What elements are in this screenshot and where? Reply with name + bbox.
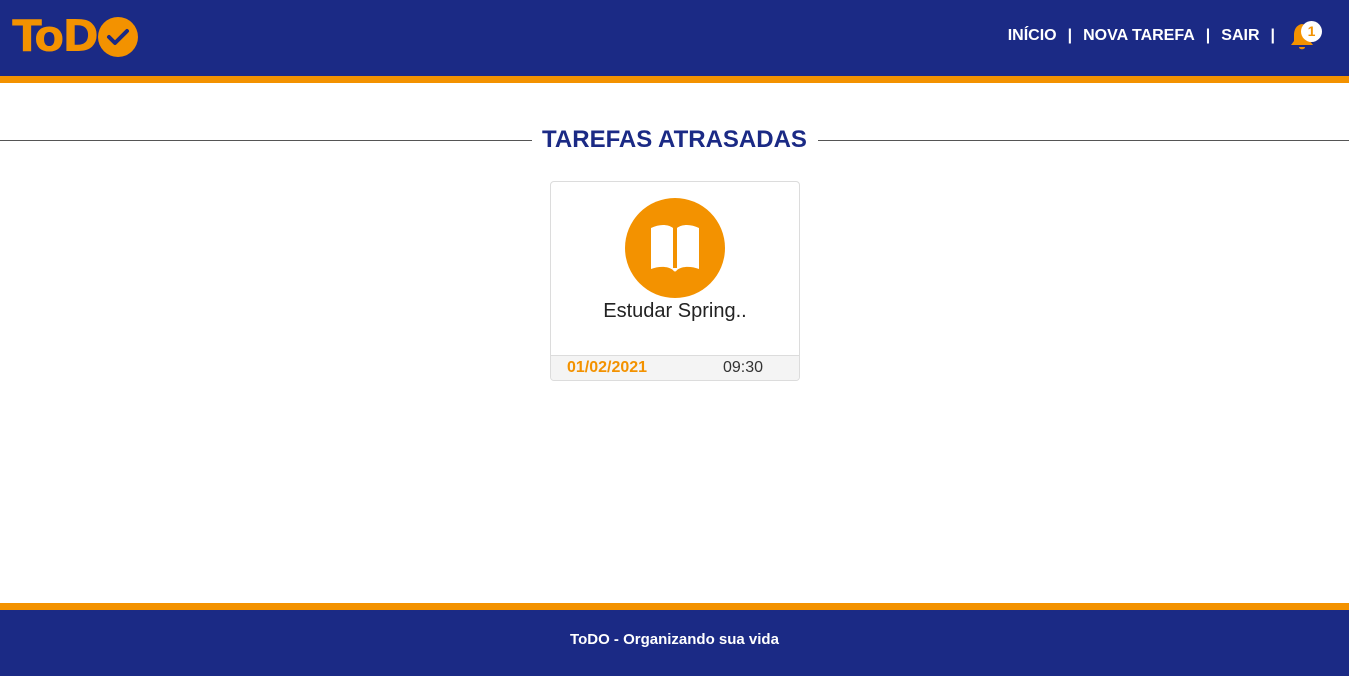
nav-new-task-link[interactable]: NOVA TAREFA <box>1083 27 1195 45</box>
task-time: 09:30 <box>723 359 764 376</box>
main-nav: INÍCIO | NOVA TAREFA | SAIR | 1 <box>1008 20 1322 52</box>
section-header: TAREFAS ATRASADAS <box>0 124 1349 158</box>
notifications-button[interactable]: 1 <box>1289 20 1322 52</box>
check-circle-icon <box>97 17 138 57</box>
task-footer: 01/02/2021 09:30 <box>551 355 799 380</box>
page-footer: ToDO - Organizando sua vida <box>0 603 1349 676</box>
nav-separator: | <box>1067 27 1073 44</box>
top-header: ToD INÍCIO | NOVA TAREFA | SAIR | 1 <box>0 0 1349 83</box>
page-title-text: TAREFAS ATRASADAS <box>532 126 817 153</box>
task-title: Estudar Spring.. <box>603 300 747 322</box>
task-card[interactable]: Estudar Spring.. 01/02/2021 09:30 <box>550 181 800 381</box>
footer-text: ToDO - Organizando sua vida <box>570 631 779 648</box>
logo-text: ToD <box>12 11 99 62</box>
nav-logout-link[interactable]: SAIR <box>1221 27 1259 45</box>
task-icon-circle <box>625 198 725 298</box>
page-title: TAREFAS ATRASADAS <box>0 126 1349 154</box>
logo[interactable]: ToD <box>12 12 138 62</box>
book-icon <box>651 225 699 272</box>
nav-home-link[interactable]: INÍCIO <box>1008 27 1057 45</box>
notification-count-badge: 1 <box>1301 21 1322 42</box>
task-date: 01/02/2021 <box>567 359 648 376</box>
nav-separator: | <box>1270 27 1275 44</box>
nav-separator: | <box>1205 27 1211 44</box>
